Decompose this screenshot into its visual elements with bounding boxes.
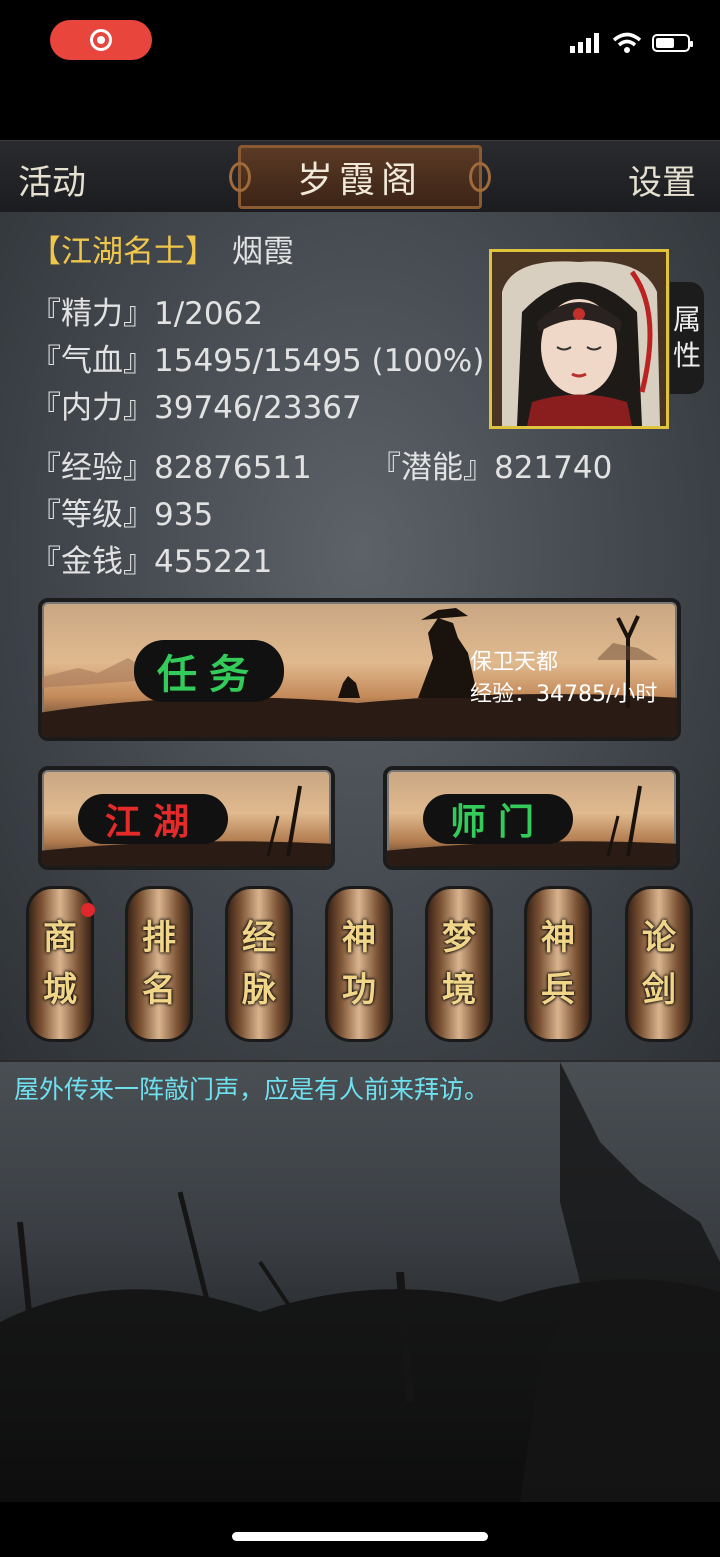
exp-stat: 『经验』82876511 [30,450,312,486]
battery-icon [652,34,693,52]
ranking-button[interactable]: 排 名 [125,886,193,1042]
hp-stat: 『气血』15495/15495 (100%) [30,343,485,379]
money-stat: 『金钱』455221 [30,544,273,580]
meridians-button[interactable]: 经 脉 [225,886,293,1042]
activity-button[interactable]: 活动 [18,155,86,204]
menu-label-top: 经 [242,918,276,958]
menu-label-top: 神 [541,918,575,958]
character-portrait[interactable] [489,249,669,429]
divine-skill-button[interactable]: 神 功 [325,886,393,1042]
quest-banner[interactable]: 任务 保卫天都 经验：34785/小时 [38,598,681,741]
status-bar [0,0,720,90]
jianghu-banner[interactable]: 江湖 [38,766,335,870]
wifi-icon [612,32,642,53]
avatar [492,252,666,426]
divine-weapon-button[interactable]: 神 兵 [524,886,592,1042]
player-name: 烟霞 [232,234,294,270]
status-icons [570,32,693,54]
menu-label-top: 神 [342,918,376,958]
level-stat: 『等级』935 [30,497,214,533]
quest-label: 任务 [134,640,284,702]
log-message: 屋外传来一阵敲门声，应是有人前来拜访。 [14,1075,490,1104]
menu-label-bottom: 兵 [541,970,575,1010]
shimen-banner[interactable]: 师门 [383,766,680,870]
location-title: 岁霞阁 [229,145,491,209]
menu-label-bottom: 城 [43,970,77,1010]
menu-label-bottom: 名 [142,970,176,1010]
message-log [0,1060,720,1502]
settings-button[interactable]: 设置 [628,155,696,204]
signal-icon [570,33,599,53]
menu-label-bottom: 剑 [642,970,676,1010]
quest-name: 保卫天都 [470,650,559,675]
battlefield-silhouette [0,1062,720,1502]
record-icon [90,29,112,51]
menu-label-bottom: 功 [342,970,376,1010]
attributes-tab[interactable]: 属 性 [670,282,704,394]
dreamland-button[interactable]: 梦 境 [425,886,493,1042]
menu-label-top: 论 [642,918,676,958]
potential-stat: 『潜能』821740 [370,450,613,486]
jianghu-label: 江湖 [78,794,228,844]
menu-label-top: 商 [43,918,77,958]
screen-recording-indicator[interactable] [50,20,152,60]
sword-debate-button[interactable]: 论 剑 [625,886,693,1042]
attributes-tab-char-2: 性 [672,339,701,372]
home-indicator[interactable] [232,1532,488,1541]
shimen-label: 师门 [423,794,573,844]
menu-label-top: 梦 [442,918,476,958]
notification-dot [81,903,95,917]
battery-level [656,38,674,48]
mp-stat: 『内力』39746/23367 [30,390,362,426]
quest-exp-rate: 经验：34785/小时 [470,682,658,707]
rank-title: 【江湖名士】 [30,234,216,270]
attributes-tab-char-1: 属 [672,303,701,336]
menu-label-top: 排 [142,918,176,958]
menu-label-bottom: 脉 [242,970,276,1010]
menu-label-bottom: 境 [442,970,476,1010]
energy-stat: 『精力』1/2062 [30,296,264,332]
